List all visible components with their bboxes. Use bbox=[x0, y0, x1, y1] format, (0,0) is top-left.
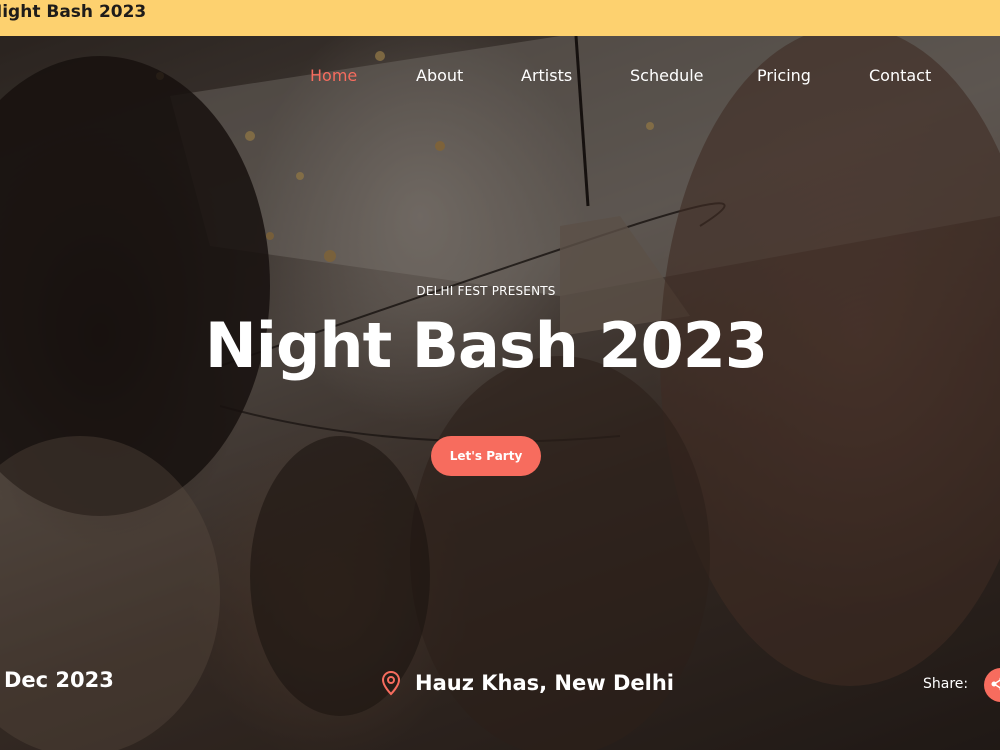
event-date: Dec 2023 bbox=[4, 668, 114, 692]
event-location-text: Hauz Khas, New Delhi bbox=[415, 671, 674, 695]
hero-overlay bbox=[0, 36, 1000, 750]
main-nav: Home About Artists Schedule Pricing Cont… bbox=[0, 66, 1000, 90]
share-label: Share: bbox=[923, 676, 969, 692]
hero-presents-label: DELHI FEST PRESENTS bbox=[416, 284, 556, 298]
lets-party-button[interactable]: Let's Party bbox=[431, 436, 541, 476]
map-pin-icon bbox=[381, 670, 401, 696]
nav-item-home[interactable]: Home bbox=[310, 66, 357, 85]
nav-item-contact[interactable]: Contact bbox=[869, 66, 931, 85]
event-location: Hauz Khas, New Delhi bbox=[380, 668, 674, 698]
site-brand[interactable]: Night Bash 2023 bbox=[0, 2, 146, 22]
top-bar: Night Bash 2023 bbox=[0, 0, 1000, 36]
hero-title: Night Bash 2023 bbox=[204, 309, 768, 382]
hero-section: Home About Artists Schedule Pricing Cont… bbox=[0, 36, 1000, 750]
nav-item-schedule[interactable]: Schedule bbox=[630, 66, 704, 85]
nav-item-pricing[interactable]: Pricing bbox=[757, 66, 811, 85]
nav-item-about[interactable]: About bbox=[416, 66, 463, 85]
nav-item-artists[interactable]: Artists bbox=[521, 66, 572, 85]
share-icon bbox=[991, 677, 1000, 691]
